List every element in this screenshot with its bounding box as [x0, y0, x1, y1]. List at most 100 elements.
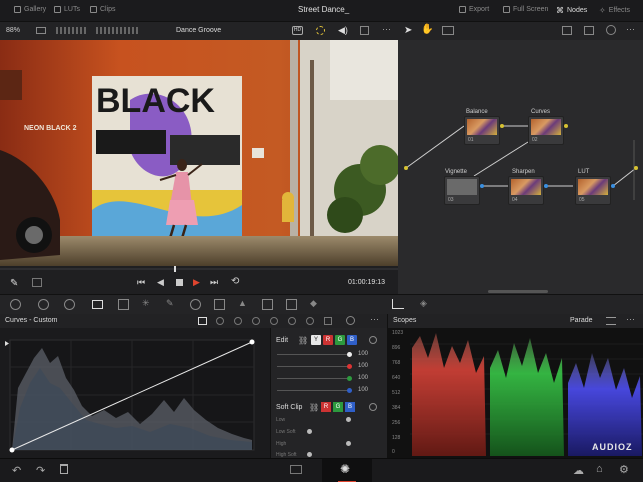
expand-icon[interactable]	[360, 26, 369, 35]
scopes-toggle-icon[interactable]	[392, 299, 404, 309]
channel-g-button[interactable]: G	[335, 335, 345, 345]
curve-opt-icon[interactable]	[324, 317, 332, 325]
y-intensity-row[interactable]: 100	[277, 350, 382, 360]
fullscreen-button[interactable]: Full Screen	[503, 6, 548, 13]
camera-raw-icon[interactable]	[10, 299, 21, 310]
node-layout-icon[interactable]	[442, 26, 454, 35]
more-icon[interactable]: ···	[382, 24, 391, 34]
y-value[interactable]: 100	[358, 351, 368, 357]
curves-panel[interactable]	[0, 328, 270, 458]
node-grid-icon[interactable]	[584, 26, 594, 35]
g-slider-knob[interactable]	[347, 376, 352, 381]
keyboard-icon[interactable]	[290, 465, 302, 474]
effects-button[interactable]: ✧ Effects	[599, 6, 630, 15]
soft-clip-b-button[interactable]: B	[345, 402, 355, 412]
filmstrip-icon[interactable]	[56, 27, 86, 34]
soft-clip-high-knob[interactable]	[346, 441, 351, 446]
playhead[interactable]	[174, 266, 176, 272]
color-wheels-icon[interactable]	[64, 299, 75, 310]
redo-icon[interactable]: ↷	[36, 464, 45, 477]
blur-icon[interactable]: ▲	[238, 298, 247, 308]
b-value[interactable]: 100	[358, 387, 368, 393]
output-dot[interactable]	[564, 124, 568, 128]
soft-clip-reset-icon[interactable]	[369, 403, 377, 411]
soft-clip-g-button[interactable]: G	[333, 402, 343, 412]
soft-clip-link-icon[interactable]: ⛓	[309, 403, 319, 412]
reset-icon[interactable]	[606, 25, 616, 35]
loop-icon[interactable]: ⟲	[231, 276, 239, 287]
node-more-icon[interactable]: ···	[626, 24, 635, 34]
reverse-play-icon[interactable]: ◀	[157, 277, 164, 288]
b-slider-knob[interactable]	[347, 388, 352, 393]
gallery-button[interactable]: Gallery	[14, 6, 46, 13]
hsl-icon[interactable]	[118, 299, 129, 310]
scope-mode-select[interactable]: Parade	[570, 317, 593, 324]
sat-sat-icon[interactable]	[288, 317, 296, 325]
output-dot[interactable]	[611, 184, 615, 188]
node-view-icon[interactable]	[562, 26, 572, 35]
cloud-icon[interactable]: ☁	[573, 464, 584, 477]
color-match-icon[interactable]	[38, 299, 49, 310]
node-lut[interactable]: 05	[575, 176, 611, 205]
export-button[interactable]: Export	[459, 6, 489, 13]
node-graph[interactable]: Balance 01 Curves 02 Vignette 03 Sharpen…	[398, 40, 643, 294]
curve-point[interactable]	[249, 339, 255, 345]
scrub-bar[interactable]	[0, 268, 398, 270]
hand-icon[interactable]: ✋	[421, 24, 433, 35]
color-page-tab[interactable]: ✺	[322, 459, 372, 482]
scopes-more-icon[interactable]: ···	[626, 314, 635, 324]
node-curves[interactable]: 02	[528, 116, 564, 145]
lum-sat-icon[interactable]	[270, 317, 278, 325]
link-icon[interactable]: ⛓	[298, 336, 308, 345]
output-dot[interactable]	[500, 124, 504, 128]
play-icon[interactable]: ▶	[193, 277, 200, 288]
node-sharpen[interactable]: 04	[508, 176, 544, 205]
home-icon[interactable]: ⌂	[596, 463, 603, 475]
qualifier-icon[interactable]: ✎	[166, 298, 174, 309]
custom-curve-icon[interactable]	[198, 317, 207, 325]
trash-icon[interactable]	[60, 464, 68, 474]
settings-gear-icon[interactable]: ⚙	[619, 463, 629, 476]
key-icon[interactable]	[262, 299, 273, 310]
hue-sat-icon[interactable]	[234, 317, 242, 325]
node-vignette[interactable]: 03	[444, 176, 480, 205]
curves-tool-icon[interactable]	[92, 300, 103, 309]
hue-hue-icon[interactable]	[216, 317, 224, 325]
viewer[interactable]: BLACK NEON BLACK 2	[0, 40, 398, 266]
g-value[interactable]: 100	[358, 375, 368, 381]
r-intensity-row[interactable]: 100	[277, 362, 382, 372]
hue-lum-icon[interactable]	[252, 317, 260, 325]
nodes-button[interactable]: ⌘ Nodes	[556, 6, 587, 15]
channel-y-button[interactable]: Y	[311, 335, 321, 345]
curve-graph[interactable]	[0, 328, 270, 458]
source-input-dot[interactable]	[404, 166, 408, 170]
sizing-icon[interactable]	[286, 299, 297, 310]
scope-settings-icon[interactable]	[606, 317, 616, 325]
window-icon[interactable]	[190, 299, 201, 310]
skip-forward-icon[interactable]: ⏭	[210, 277, 218, 288]
soft-clip-low-knob[interactable]	[346, 417, 351, 422]
luts-button[interactable]: LUTs	[54, 6, 80, 13]
final-output-dot[interactable]	[634, 166, 638, 170]
curves-reset-icon[interactable]	[346, 316, 355, 325]
skip-back-icon[interactable]: ⏮	[137, 277, 145, 288]
channel-r-button[interactable]: R	[323, 335, 333, 345]
info-icon[interactable]: ◈	[420, 298, 427, 309]
curves-more-icon[interactable]: ···	[370, 314, 379, 324]
y-slider-knob[interactable]	[347, 352, 352, 357]
viewer-mode-icon[interactable]	[36, 27, 46, 34]
layers-icon[interactable]	[32, 278, 42, 287]
soft-clip-r-button[interactable]: R	[321, 402, 331, 412]
soft-clip-low-soft-knob[interactable]	[307, 429, 312, 434]
output-dot[interactable]	[544, 184, 548, 188]
pointer-icon[interactable]: ➤	[404, 25, 412, 36]
hdr-icon[interactable]: HD	[292, 26, 303, 35]
b-intensity-row[interactable]: 100	[277, 386, 382, 396]
r-slider-knob[interactable]	[347, 364, 352, 369]
edit-reset-icon[interactable]	[369, 336, 377, 344]
undo-icon[interactable]: ↶	[12, 464, 21, 477]
sat-lum-icon[interactable]	[306, 317, 314, 325]
clips-button[interactable]: Clips	[90, 6, 116, 13]
tracker-icon[interactable]	[214, 299, 225, 310]
output-dot[interactable]	[480, 184, 484, 188]
